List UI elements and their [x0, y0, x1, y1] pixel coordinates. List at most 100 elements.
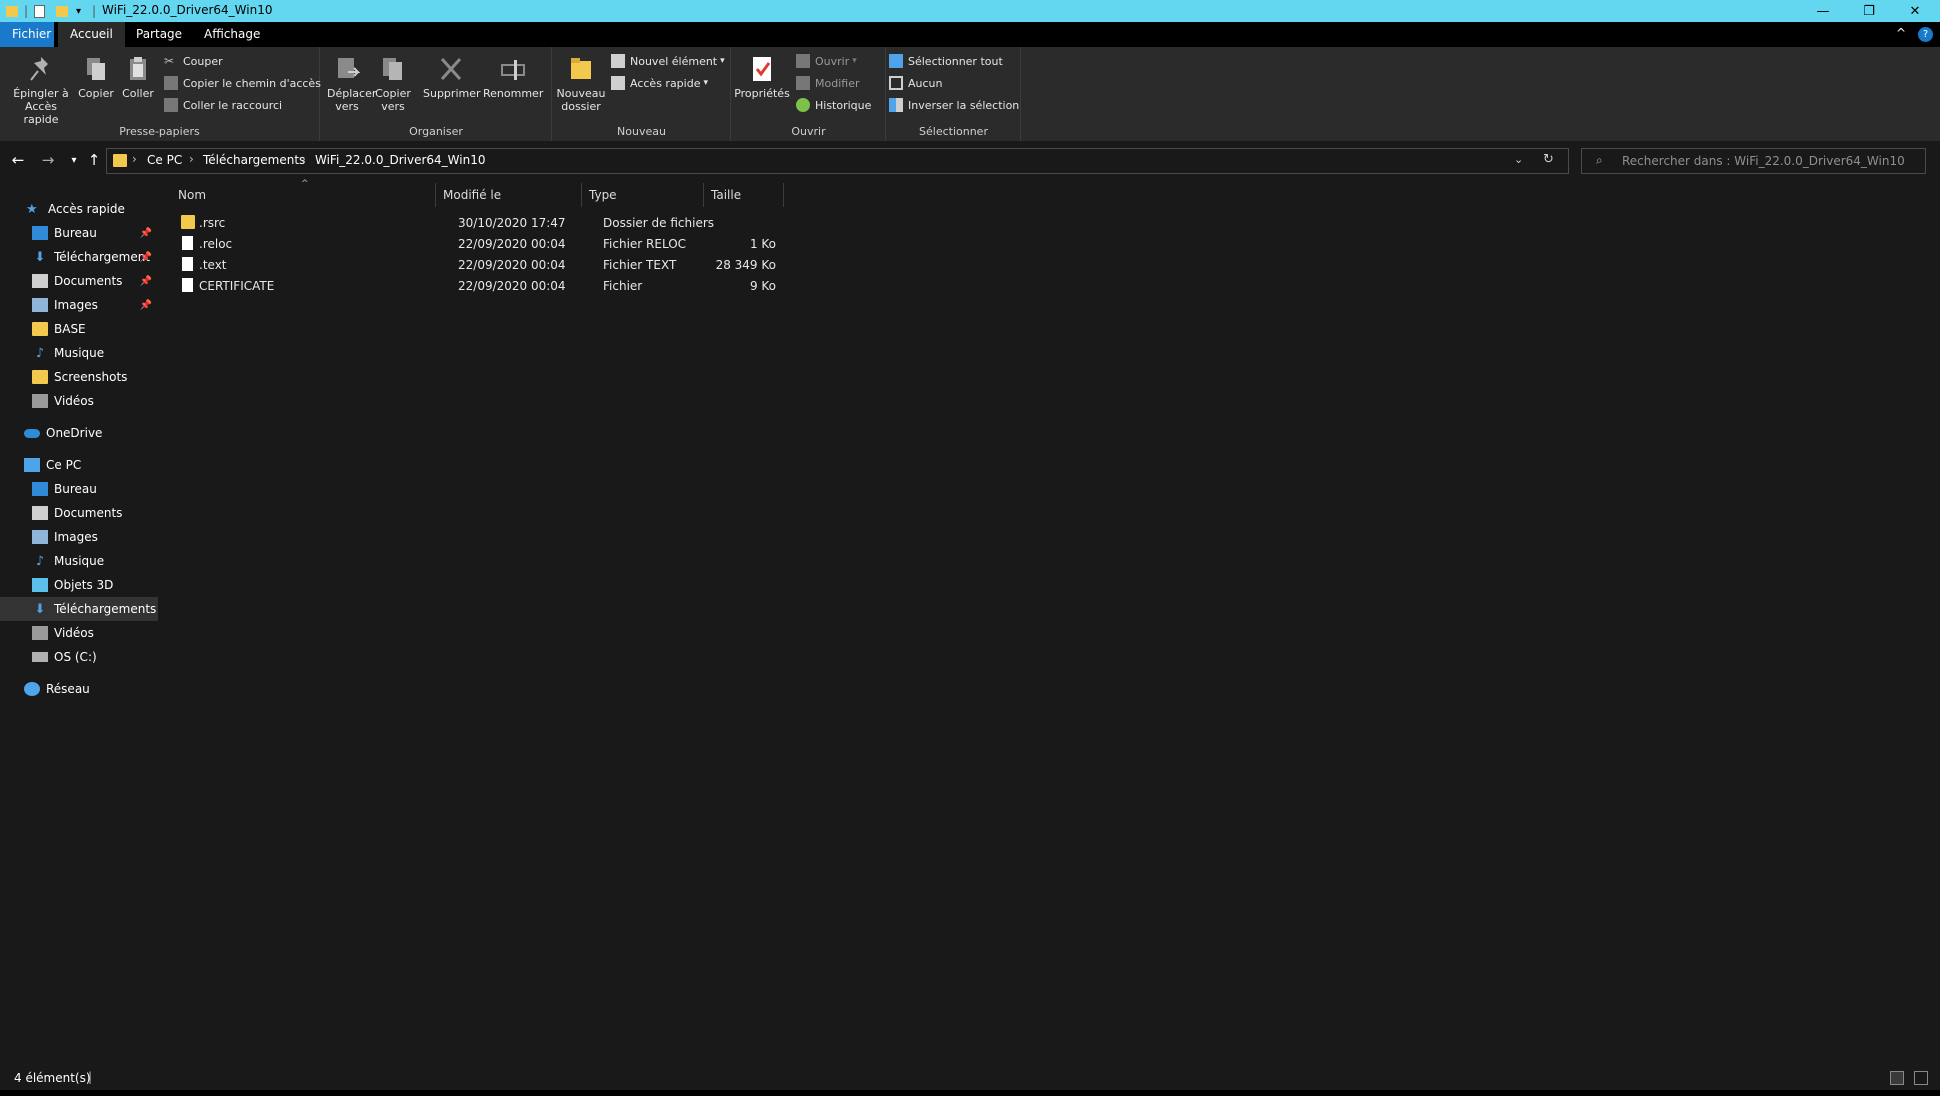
open-button[interactable]: Ouvrir ▾	[796, 51, 857, 71]
new-folder-button[interactable]: Nouveau dossier	[555, 55, 607, 113]
nav-quick-videos[interactable]: Vidéos	[0, 389, 158, 413]
properties-qa-icon[interactable]	[34, 3, 45, 19]
pin-icon: 📌	[139, 275, 152, 287]
music-icon: ♪	[35, 554, 45, 569]
file-row[interactable]: CERTIFICATE 22/09/2020 00:04 Fichier 9 K…	[176, 276, 936, 297]
nav-quick-screenshots[interactable]: Screenshots	[0, 365, 158, 389]
breadcrumb-downloads[interactable]: Téléchargements	[203, 153, 305, 167]
breadcrumb-this-pc[interactable]: Ce PC	[147, 153, 182, 167]
file-row[interactable]: .reloc 22/09/2020 00:04 Fichier RELOC 1 …	[176, 234, 936, 255]
navigation-pane: ★ Accès rapide Bureau 📌 ⬇ Téléchargements 📌 …	[0, 179, 160, 1068]
nav-pc-drive-c[interactable]: OS (C:)	[0, 645, 158, 669]
forward-icon[interactable]: →	[36, 149, 60, 171]
move-to-button[interactable]: Déplacer vers	[325, 55, 376, 113]
dropdown-arrow-icon: ▾	[703, 78, 709, 88]
tab-file[interactable]: Fichier	[0, 22, 54, 47]
address-dropdown-icon[interactable]: ⌄	[1514, 153, 1523, 166]
pictures-icon	[32, 298, 48, 312]
nav-quick-downloads[interactable]: ⬇ Téléchargements 📌	[0, 245, 158, 269]
file-row[interactable]: .rsrc 30/10/2020 17:47 Dossier de fichie…	[176, 213, 936, 234]
select-none-button[interactable]: Aucun	[889, 73, 943, 93]
tab-home[interactable]: Accueil	[58, 22, 125, 47]
select-none-icon	[889, 76, 903, 90]
nav-pc-downloads[interactable]: ⬇ Téléchargements	[0, 597, 158, 621]
nav-quick-pictures[interactable]: Images 📌	[0, 293, 158, 317]
nav-pc-pictures[interactable]: Images	[0, 525, 158, 549]
nav-network[interactable]: Réseau	[0, 677, 158, 701]
column-type[interactable]: Type	[582, 183, 703, 207]
pin-icon	[28, 55, 54, 83]
properties-button[interactable]: Propriétés	[734, 55, 790, 100]
nav-quick-music[interactable]: ♪ Musique	[0, 341, 158, 365]
column-divider[interactable]	[783, 183, 784, 207]
easy-access-button[interactable]: Accès rapide ▾	[611, 73, 708, 93]
qa-dropdown-icon[interactable]: ▾	[76, 3, 81, 19]
edit-button[interactable]: Modifier	[796, 73, 859, 93]
nav-pc-desktop[interactable]: Bureau	[0, 477, 158, 501]
nav-onedrive[interactable]: OneDrive	[0, 421, 158, 445]
download-icon: ⬇	[34, 250, 46, 265]
large-icons-view-icon[interactable]	[1914, 1071, 1928, 1085]
delete-button[interactable]: Supprimer	[423, 55, 481, 100]
column-size[interactable]: Taille	[704, 183, 783, 207]
cut-button[interactable]: ✂ Couper	[164, 51, 223, 71]
nav-quick-base[interactable]: BASE	[0, 317, 158, 341]
copy-to-icon	[380, 55, 406, 83]
nav-pc-documents[interactable]: Documents	[0, 501, 158, 525]
ribbon: Épingler à Accès rapide Copier Coller ✂ C…	[0, 47, 1940, 141]
computer-icon	[24, 458, 40, 472]
nav-quick-documents[interactable]: Documents 📌	[0, 269, 158, 293]
breadcrumb-separator: ›	[132, 152, 137, 166]
desktop-icon	[32, 226, 48, 240]
new-folder-qa-icon[interactable]	[56, 3, 68, 19]
paste-button[interactable]: Coller	[120, 55, 156, 100]
paste-shortcut-button[interactable]: Coller le raccourci	[164, 95, 282, 115]
select-all-button[interactable]: Sélectionner tout	[889, 51, 1003, 71]
copy-to-button[interactable]: Copier vers	[371, 55, 415, 113]
up-icon[interactable]: ↑	[82, 149, 106, 171]
dropdown-arrow-icon: ▾	[720, 56, 725, 66]
search-input[interactable]: ⌕ Rechercher dans : WiFi_22.0.0_Driver64…	[1581, 148, 1926, 174]
history-button[interactable]: Historique	[796, 95, 871, 115]
breadcrumb-separator: ›	[189, 152, 194, 166]
new-item-button[interactable]: Nouvel élément ▾	[611, 51, 725, 71]
nav-this-pc[interactable]: Ce PC	[0, 453, 158, 477]
address-input[interactable]: › Ce PC › Téléchargements › WiFi_22.0.0_…	[106, 148, 1569, 174]
restore-icon[interactable]: ❐	[1846, 0, 1892, 22]
nav-pc-videos[interactable]: Vidéos	[0, 621, 158, 645]
nav-pc-3d-objects[interactable]: Objets 3D	[0, 573, 158, 597]
close-icon[interactable]: ✕	[1892, 0, 1938, 22]
qa-separator: |	[92, 4, 97, 18]
group-label: Presse-papiers	[119, 125, 200, 138]
invert-selection-button[interactable]: Inverser la sélection	[889, 95, 1019, 115]
cube-icon	[32, 578, 48, 592]
ribbon-tabs: Fichier Accueil Partage Affichage ^ ?	[0, 22, 1940, 47]
copy-path-button[interactable]: Copier le chemin d'accès	[164, 73, 321, 93]
breadcrumb-current-folder[interactable]: WiFi_22.0.0_Driver64_Win10	[315, 153, 485, 167]
nav-pc-music[interactable]: ♪ Musique	[0, 549, 158, 573]
open-group: Propriétés Ouvrir ▾ Modifier Historique O…	[732, 47, 886, 141]
column-name[interactable]: Nom	[171, 183, 435, 207]
group-label: Ouvrir	[791, 125, 826, 138]
videos-icon	[32, 626, 48, 640]
collapse-ribbon-icon[interactable]: ^	[1896, 26, 1906, 40]
back-icon[interactable]: ←	[6, 149, 30, 171]
file-icon	[182, 257, 193, 271]
details-view-icon[interactable]	[1890, 1071, 1904, 1085]
file-row[interactable]: .text 22/09/2020 00:04 Fichier TEXT 28 3…	[176, 255, 936, 276]
copy-button[interactable]: Copier	[78, 55, 114, 100]
refresh-icon[interactable]: ↻	[1543, 152, 1554, 167]
tab-view[interactable]: Affichage	[192, 22, 272, 47]
folder-icon	[113, 154, 127, 167]
help-icon[interactable]: ?	[1918, 27, 1933, 42]
file-icon	[182, 236, 193, 250]
new-folder-icon	[568, 55, 594, 83]
nav-quick-desktop[interactable]: Bureau 📌	[0, 221, 158, 245]
pin-quick-access-button[interactable]: Épingler à Accès rapide	[6, 55, 76, 126]
rename-button[interactable]: Renommer	[483, 55, 543, 100]
nav-quick-access[interactable]: ★ Accès rapide	[0, 197, 158, 221]
music-icon: ♪	[35, 346, 45, 361]
tab-share[interactable]: Partage	[124, 22, 194, 47]
column-modified[interactable]: Modifié le	[436, 183, 581, 207]
minimize-icon[interactable]: —	[1800, 0, 1846, 22]
